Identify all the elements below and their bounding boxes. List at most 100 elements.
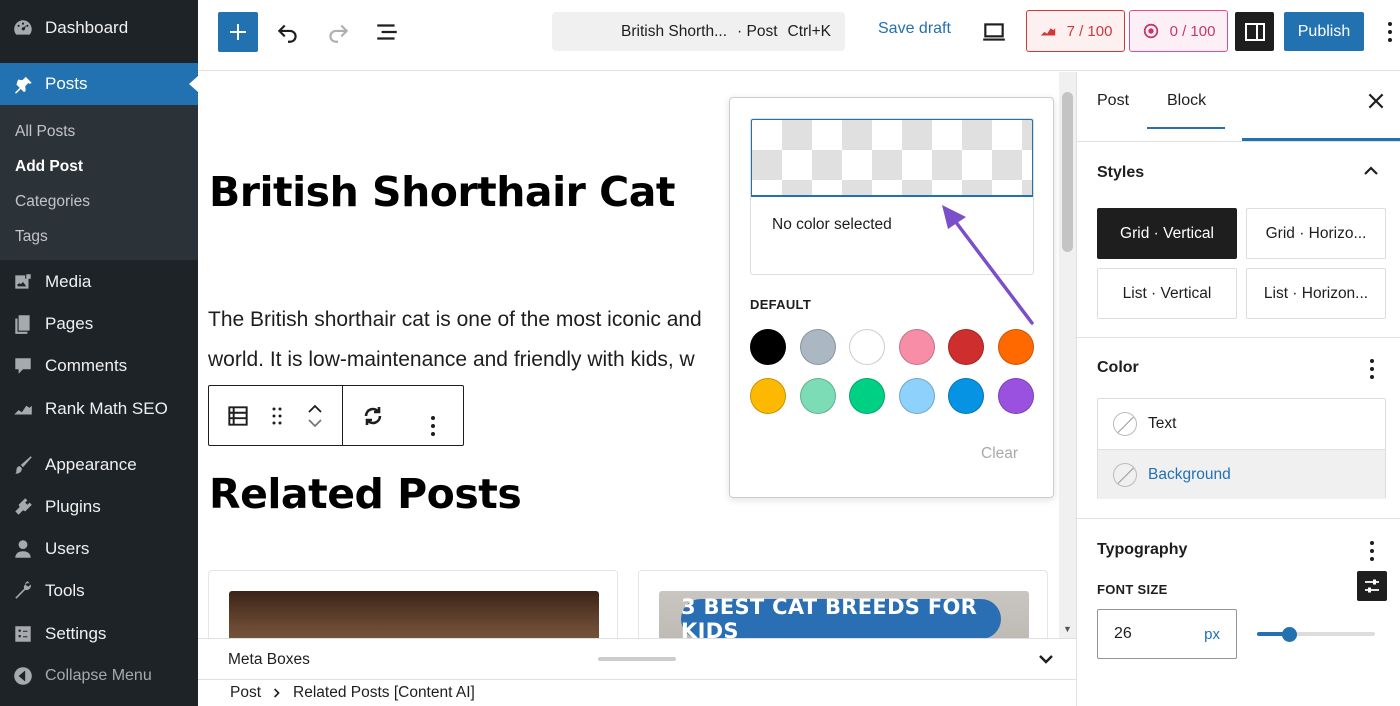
- chevron-down-icon[interactable]: [1036, 649, 1056, 669]
- undo-button[interactable]: [274, 18, 302, 46]
- custom-size-toggle[interactable]: [1357, 571, 1387, 601]
- editor-scrollbar[interactable]: ▼: [1059, 72, 1076, 638]
- sidebar-item-comments[interactable]: Comments: [0, 345, 198, 387]
- related-posts-heading[interactable]: Related Posts: [209, 470, 522, 518]
- related-post-card[interactable]: [208, 570, 618, 638]
- sidebar-item-label: Appearance: [45, 455, 137, 474]
- color-text-option[interactable]: Text: [1098, 399, 1385, 449]
- settings-toggle-button[interactable]: [1235, 12, 1274, 51]
- chevron-right-icon: [274, 688, 280, 698]
- redo-button[interactable]: [324, 18, 352, 46]
- color-preview[interactable]: No color selected: [750, 118, 1034, 275]
- tab-block[interactable]: Block: [1167, 92, 1206, 110]
- color-swatch[interactable]: [997, 378, 1034, 414]
- color-swatch[interactable]: [898, 378, 935, 414]
- breadcrumb-current[interactable]: Related Posts [Content AI]: [293, 684, 475, 702]
- sidebar-item-rank-math-seo[interactable]: Rank Math SEO: [0, 388, 198, 430]
- sidebar-item-plugins[interactable]: Plugins: [0, 486, 198, 528]
- clear-color-button[interactable]: Clear: [981, 445, 1018, 463]
- sidebar-item-label: Rank Math SEO: [45, 399, 168, 418]
- wrench-icon: [11, 579, 35, 603]
- active-tab-indicator: [1147, 127, 1225, 129]
- sidebar-item-users[interactable]: Users: [0, 528, 198, 570]
- more-vertical-icon[interactable]: [1369, 541, 1375, 561]
- font-size-unit-select[interactable]: px: [1204, 626, 1220, 643]
- style-grid-horizontal[interactable]: Grid · Horizo...: [1246, 208, 1386, 259]
- chevron-up-icon[interactable]: [307, 404, 323, 414]
- sidebar-item-appearance[interactable]: Appearance: [0, 444, 198, 486]
- color-swatch[interactable]: [948, 329, 984, 365]
- sidebar-item-pages[interactable]: Pages: [0, 303, 198, 345]
- submenu-categories[interactable]: Categories: [15, 193, 90, 211]
- save-draft-button[interactable]: Save draft: [878, 20, 951, 38]
- sidebar-item-label: Tools: [45, 581, 85, 600]
- admin-sidebar: Dashboard Posts All Posts Add Post Categ…: [0, 0, 198, 706]
- drag-icon: [272, 407, 282, 424]
- font-size-input[interactable]: 26 px: [1097, 609, 1237, 659]
- related-post-card[interactable]: 3 BEST CAT BREEDS FOR KIDS: [638, 570, 1048, 638]
- drag-handle[interactable]: [267, 406, 287, 426]
- scroll-down-arrow-icon[interactable]: ▼: [1063, 624, 1072, 634]
- font-size-slider[interactable]: [1257, 632, 1375, 636]
- command-palette-bar[interactable]: British Shorth... · Post Ctrl+K: [552, 12, 845, 51]
- submenu-all-posts[interactable]: All Posts: [15, 123, 75, 141]
- collapse-menu-button[interactable]: Collapse Menu: [0, 655, 198, 697]
- more-vertical-icon: [1387, 22, 1393, 42]
- slider-thumb[interactable]: [1281, 627, 1297, 642]
- close-icon[interactable]: [1365, 90, 1387, 112]
- transparent-swatch-preview[interactable]: [751, 119, 1033, 197]
- style-list-vertical[interactable]: List · Vertical: [1097, 268, 1237, 319]
- rank-math-icon: [11, 397, 35, 421]
- style-list-horizontal[interactable]: List · Horizon...: [1246, 268, 1386, 319]
- sidebar-item-posts[interactable]: Posts: [0, 63, 198, 105]
- font-size-value: 26: [1114, 625, 1132, 642]
- color-swatch[interactable]: [849, 329, 885, 365]
- editor-topbar: British Shorth... · Post Ctrl+K Save dra…: [198, 0, 1400, 71]
- section-divider: [1077, 518, 1400, 519]
- submenu-tags[interactable]: Tags: [15, 228, 48, 246]
- settings-icon: [11, 622, 35, 646]
- breadcrumb-root[interactable]: Post: [230, 684, 261, 702]
- tab-post[interactable]: Post: [1097, 92, 1129, 110]
- options-button[interactable]: [1380, 18, 1400, 46]
- submenu-add-post[interactable]: Add Post: [15, 158, 83, 176]
- more-vertical-icon[interactable]: [1369, 359, 1375, 379]
- rank-math-seo-score[interactable]: 7 / 100: [1026, 10, 1125, 52]
- color-swatch[interactable]: [849, 378, 885, 414]
- add-block-button[interactable]: [218, 12, 258, 52]
- color-background-option[interactable]: Background: [1098, 449, 1385, 499]
- color-swatch[interactable]: [750, 378, 786, 414]
- post-title[interactable]: British Shorthair Cat: [209, 168, 676, 216]
- empty-color-icon: [1113, 463, 1137, 487]
- color-swatch[interactable]: [898, 329, 935, 365]
- color-swatch[interactable]: [750, 329, 786, 365]
- sidebar-item-media[interactable]: Media: [0, 261, 198, 303]
- color-swatch[interactable]: [799, 378, 836, 414]
- meta-boxes-panel[interactable]: Meta Boxes: [198, 638, 1076, 679]
- sidebar-item-settings[interactable]: Settings: [0, 613, 198, 655]
- sidebar-item-dashboard[interactable]: Dashboard: [0, 7, 198, 49]
- style-grid-vertical[interactable]: Grid · Vertical: [1097, 208, 1237, 259]
- chevron-up-icon[interactable]: [1362, 164, 1380, 178]
- block-type-button[interactable]: [209, 403, 267, 429]
- color-swatch[interactable]: [948, 378, 984, 414]
- move-block-buttons: [287, 404, 343, 428]
- chevron-down-icon[interactable]: [307, 418, 323, 428]
- redo-icon: [329, 24, 349, 43]
- refresh-block-button[interactable]: [343, 404, 403, 428]
- publish-button[interactable]: Publish: [1284, 12, 1364, 51]
- color-swatch[interactable]: [997, 329, 1034, 365]
- preview-button[interactable]: [979, 18, 1009, 46]
- sidebar-item-label: Comments: [45, 356, 128, 375]
- content-ai-icon: [1143, 23, 1158, 39]
- sidebar-item-tools[interactable]: Tools: [0, 570, 198, 612]
- scrollbar-thumb[interactable]: [1062, 92, 1073, 252]
- typography-section-title: Typography: [1097, 541, 1188, 558]
- content-ai-score[interactable]: 0 / 100: [1129, 10, 1228, 52]
- color-swatch[interactable]: [799, 329, 836, 365]
- resize-handle[interactable]: [598, 657, 676, 661]
- styles-section-title[interactable]: Styles: [1097, 164, 1144, 182]
- media-icon: [11, 270, 35, 294]
- color-option-label: Text: [1148, 415, 1177, 432]
- document-overview-button[interactable]: [373, 18, 401, 46]
